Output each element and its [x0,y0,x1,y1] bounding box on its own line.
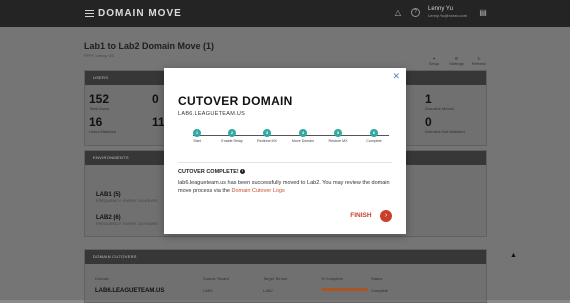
step-dot: 6 [370,129,378,137]
step-dot: 4 [299,129,307,137]
step-5: 5 Restore MX [328,129,348,143]
modal-title: CUTOVER DOMAIN [178,94,293,108]
arrow-right-icon: › [380,209,392,222]
step-dot: 5 [334,129,342,137]
finish-button[interactable]: FINISH › [350,207,392,225]
close-icon[interactable]: ✕ [392,71,400,82]
finish-label: FINISH [350,212,372,220]
modal-domain: LAB6.LEAGUETEAM.US [178,111,246,117]
step-dot: 3 [263,129,271,137]
info-icon[interactable]: i [240,169,246,175]
step-3: 3 Redirect MX [257,129,277,143]
modal-divider [178,162,392,163]
cutover-logs-link[interactable]: Domain Cutover Logs [232,188,285,194]
step-dot: 2 [228,129,236,137]
step-1: 1 Start [193,129,201,143]
step-dot: 1 [193,129,201,137]
step-6: 6 Complete [366,129,382,143]
step-4: 4 Move Domain [291,129,315,143]
step-2: 2 Enable Relay [221,129,243,143]
completion-message: lab6.leagueteam.us has been successfully… [178,180,390,194]
mouse-cursor-icon: ▲ [510,252,517,259]
cutover-modal: ✕ CUTOVER DOMAIN LAB6.LEAGUETEAM.US 1 St… [164,68,406,234]
complete-heading: CUTOVER COMPLETE! i [178,169,246,175]
